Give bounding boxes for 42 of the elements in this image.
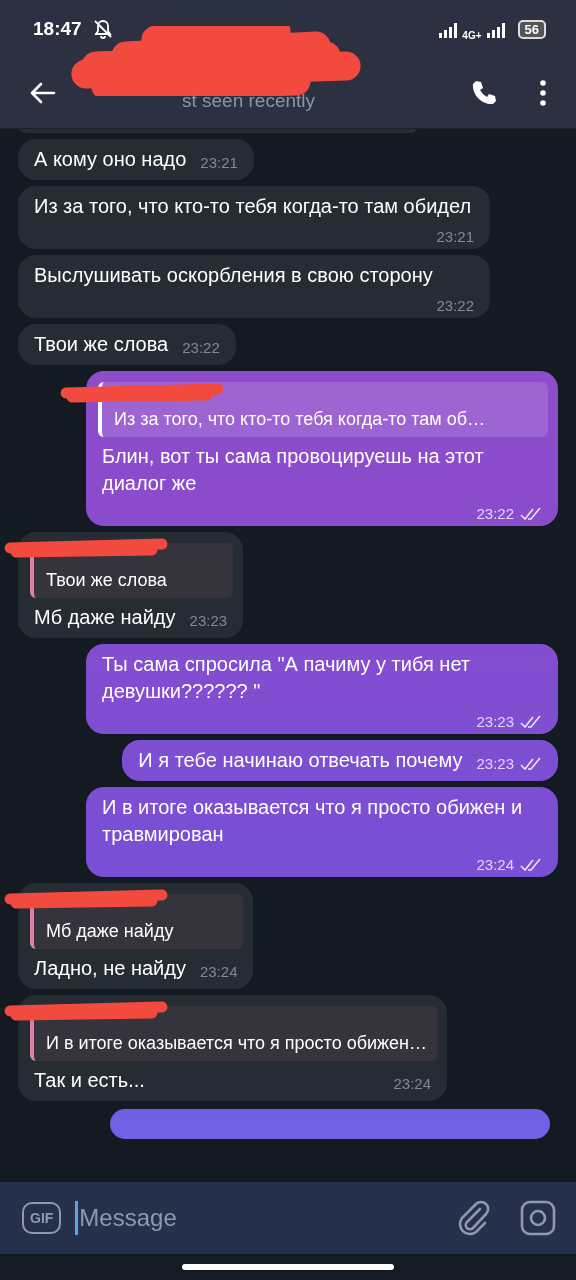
quoted-text: И в итоге оказывается что я просто обижен… <box>46 1032 427 1055</box>
message-time: 23:24 <box>393 1075 431 1093</box>
message-time: 23:23 <box>189 612 228 630</box>
message-time: 23:21 <box>436 228 474 246</box>
message-text: Ты сама спросила "А пачиму у тибя нет девушки?????? " <box>102 652 471 704</box>
gif-button[interactable]: GIF <box>22 1202 62 1234</box>
message-text: Ладно, не найду <box>34 956 186 981</box>
message-bar[interactable]: GIF Message <box>0 1182 576 1254</box>
more-options-icon[interactable] <box>538 79 548 107</box>
signal-icon <box>485 20 506 38</box>
clock-time: 18:47 <box>33 18 82 40</box>
message-time: 23:23 <box>476 713 514 731</box>
message-text: И я тебе начинаю отвечать почему <box>138 748 463 773</box>
message-text: А кому оно надо <box>34 147 187 172</box>
message-text: Мб даже найду <box>34 605 176 630</box>
phone-icon[interactable] <box>470 79 498 107</box>
message-text: Так и есть... <box>34 1068 145 1093</box>
camera-icon[interactable] <box>520 1200 556 1236</box>
muted-bell-icon <box>91 18 114 40</box>
reply-quote[interactable]: И в итоге оказывается что я просто обижен… <box>30 1006 437 1061</box>
message-text: Блин, вот ты сама провоцируешь на этот диалог же <box>102 444 485 496</box>
back-arrow-icon[interactable] <box>28 81 56 105</box>
network-label: 4G+ <box>462 29 482 41</box>
reply-quote[interactable]: Из за того, что кто-то тебя когда-то там об… <box>98 382 548 437</box>
quoted-text: Твои же слова <box>46 569 168 592</box>
message-time: 23:24 <box>476 856 514 874</box>
quoted-text: Мб даже найду <box>46 920 175 943</box>
message-time: 23:23 <box>476 755 514 773</box>
paperclip-icon[interactable] <box>456 1199 490 1237</box>
message-time: 23:22 <box>476 505 514 523</box>
quoted-text: Из за того, что кто-то тебя когда-то там об… <box>114 408 486 431</box>
message-text: Выслушивать оскорбления в свою сторону <box>34 263 433 288</box>
battery-indicator: 56 <box>517 19 546 39</box>
message-time: 23:22 <box>182 339 220 357</box>
last-seen-status: st seen recently <box>182 90 316 112</box>
message-text: Твои же слова <box>34 332 169 357</box>
message-time: 23:21 <box>200 154 238 172</box>
message-time: 23:24 <box>199 963 238 981</box>
message-text: И в итоге оказывается что я просто обижен и травмирован <box>102 795 524 847</box>
signal-icon <box>438 20 459 38</box>
message-time: 23:22 <box>436 297 474 315</box>
message-text: Из за того, что кто-то тебя когда-то там обидел <box>34 194 472 219</box>
